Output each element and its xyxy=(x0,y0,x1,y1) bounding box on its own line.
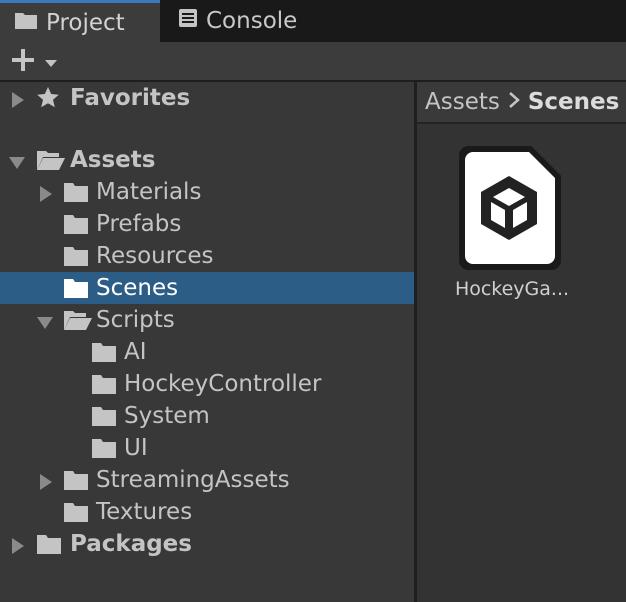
tree-item-packages[interactable]: Packages xyxy=(0,528,414,560)
star-icon xyxy=(36,86,60,116)
tree-label-streamingassets: StreamingAssets xyxy=(96,467,290,493)
chevron-right-icon xyxy=(508,89,520,115)
tree-item-ui[interactable]: UI xyxy=(0,432,414,464)
tree-item-prefabs[interactable]: Prefabs xyxy=(0,208,414,240)
collapse-arrow-icon[interactable] xyxy=(36,312,54,330)
tree-item-materials[interactable]: Materials xyxy=(0,176,414,208)
tree-label-assets: Assets xyxy=(70,147,156,173)
tab-bar: Project Console xyxy=(0,0,626,42)
folder-open-icon xyxy=(63,309,92,331)
tree-item-resources[interactable]: Resources xyxy=(0,240,414,272)
tree-item-assets[interactable]: Assets xyxy=(0,144,414,176)
tree-label-ui: UI xyxy=(124,435,148,461)
toolbar xyxy=(0,42,626,82)
tree-label-resources: Resources xyxy=(96,243,214,269)
folder-icon xyxy=(63,213,91,235)
tree-item-scenes[interactable]: Scenes xyxy=(0,272,414,304)
tree-label-materials: Materials xyxy=(96,179,202,205)
collapse-arrow-icon[interactable] xyxy=(8,152,26,170)
tree-item-ai[interactable]: AI xyxy=(0,336,414,368)
add-button[interactable] xyxy=(10,48,66,76)
tree-item-system[interactable]: System xyxy=(0,400,414,432)
tree-label-scenes: Scenes xyxy=(96,275,179,301)
tree-item-scripts[interactable]: Scripts xyxy=(0,304,414,336)
tab-console[interactable]: Console xyxy=(166,0,316,42)
expand-arrow-icon[interactable] xyxy=(37,183,55,202)
folder-icon xyxy=(36,533,64,555)
breadcrumb-assets[interactable]: Assets xyxy=(425,89,500,115)
asset-name: HockeyGa... xyxy=(454,278,570,300)
folder-icon xyxy=(63,245,91,267)
tab-project[interactable]: Project xyxy=(0,0,160,42)
tree-item-streamingassets[interactable]: StreamingAssets xyxy=(0,464,414,496)
folder-icon xyxy=(91,341,119,363)
plus-icon xyxy=(10,47,36,77)
folder-icon xyxy=(91,405,119,427)
breadcrumb: Assets Scenes xyxy=(417,82,626,124)
folder-open-icon xyxy=(36,149,65,171)
folder-icon xyxy=(63,181,91,203)
assets-view: Assets Scenes HockeyGa... xyxy=(417,82,626,602)
tree-label-packages: Packages xyxy=(70,531,192,557)
project-tree: Favorites Assets Materials Prefabs Resou… xyxy=(0,82,414,602)
tree-item-favorites[interactable]: Favorites xyxy=(0,82,414,114)
tree-label-ai: AI xyxy=(124,339,147,365)
folder-icon xyxy=(91,437,119,459)
tree-label-system: System xyxy=(124,403,210,429)
folder-icon xyxy=(63,277,91,299)
tab-project-label: Project xyxy=(46,9,125,36)
folder-icon xyxy=(91,373,119,395)
tree-label-favorites: Favorites xyxy=(70,85,191,111)
tree-item-textures[interactable]: Textures xyxy=(0,496,414,528)
asset-item[interactable]: HockeyGa... xyxy=(453,144,569,304)
folder-icon xyxy=(14,10,38,36)
expand-arrow-icon[interactable] xyxy=(37,471,55,490)
tree-label-scripts: Scripts xyxy=(96,307,175,333)
expand-arrow-icon[interactable] xyxy=(9,89,27,108)
expand-arrow-icon[interactable] xyxy=(9,535,27,554)
tree-label-hockeycontroller: HockeyController xyxy=(124,371,322,397)
breadcrumb-scenes[interactable]: Scenes xyxy=(528,89,619,115)
tab-console-label: Console xyxy=(206,8,298,34)
chevron-down-icon xyxy=(44,53,58,72)
folder-icon xyxy=(63,469,91,491)
tree-item-hockeycontroller[interactable]: HockeyController xyxy=(0,368,414,400)
unity-scene-icon xyxy=(457,144,563,276)
folder-icon xyxy=(63,501,91,523)
tree-label-prefabs: Prefabs xyxy=(96,211,182,237)
tree-label-textures: Textures xyxy=(96,499,193,525)
console-icon xyxy=(178,8,198,34)
